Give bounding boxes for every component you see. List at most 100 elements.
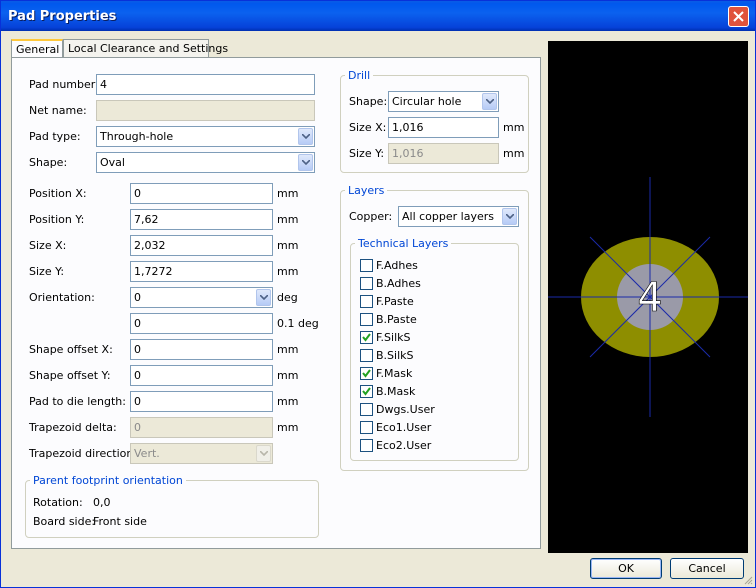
layer-checkbox[interactable] xyxy=(360,331,373,344)
layer-checkbox-row[interactable]: F.Adhes xyxy=(360,259,480,273)
shape-offset-y-input[interactable]: 0 xyxy=(130,365,273,386)
trapezoid-direction-dropdown-button xyxy=(256,445,271,462)
layer-checkbox-label: B.Mask xyxy=(376,385,416,398)
layer-checkbox-label: Dwgs.User xyxy=(376,403,435,416)
trapezoid-direction-label: Trapezoid direction: xyxy=(29,447,138,460)
orientation-value: 0 xyxy=(134,291,141,304)
general-panel: Pad number: 4 Net name: Pad type: Throug… xyxy=(11,57,541,549)
shape-offset-y-unit: mm xyxy=(277,369,299,382)
drill-size-x-label: Size X: xyxy=(349,121,387,134)
layer-checkbox-row[interactable]: Eco2.User xyxy=(360,439,480,453)
layer-checkbox-row[interactable]: B.SilkS xyxy=(360,349,480,363)
board-side-value: Front side xyxy=(93,515,147,528)
drill-size-y-label: Size Y: xyxy=(349,147,385,160)
rotation-label: Rotation: xyxy=(33,496,83,509)
layer-checkbox-row[interactable]: Dwgs.User xyxy=(360,403,480,417)
size-y-label: Size Y: xyxy=(29,265,65,278)
trapezoid-direction-select: Vert. xyxy=(130,443,273,464)
copper-value: All copper layers xyxy=(402,210,494,223)
copper-dropdown-button[interactable] xyxy=(502,208,517,225)
position-x-input[interactable]: 0 xyxy=(130,183,273,204)
title-bar[interactable]: Pad Properties xyxy=(1,1,755,31)
layer-checkbox[interactable] xyxy=(360,259,373,272)
layer-checkbox[interactable] xyxy=(360,349,373,362)
pad-type-value: Through-hole xyxy=(100,130,174,143)
layer-checkbox-row[interactable]: B.Paste xyxy=(360,313,480,327)
tab-general[interactable]: General xyxy=(11,39,63,58)
checkmark-icon xyxy=(362,369,371,378)
layer-checkbox-row[interactable]: F.Paste xyxy=(360,295,480,309)
net-name-label: Net name: xyxy=(29,104,87,117)
copper-select[interactable]: All copper layers xyxy=(398,206,519,227)
orientation-label: Orientation: xyxy=(29,291,95,304)
tab-local-clearance[interactable]: Local Clearance and Settings xyxy=(63,39,228,57)
chevron-down-icon xyxy=(260,451,268,456)
layer-checkbox-row[interactable]: Eco1.User xyxy=(360,421,480,435)
shape-offset-x-input[interactable]: 0 xyxy=(130,339,273,360)
drill-shape-select[interactable]: Circular hole xyxy=(388,91,499,112)
pad-number-input[interactable]: 4 xyxy=(96,74,315,95)
layer-checkbox[interactable] xyxy=(360,403,373,416)
pad-to-die-unit: mm xyxy=(277,395,299,408)
size-x-label: Size X: xyxy=(29,239,67,252)
size-y-input[interactable]: 1,7272 xyxy=(130,261,273,282)
layer-checkbox[interactable] xyxy=(360,277,373,290)
drill-size-x-input[interactable]: 1,016 xyxy=(388,117,499,138)
layer-checkbox-row[interactable]: B.Mask xyxy=(360,385,480,399)
layer-checkbox[interactable] xyxy=(360,313,373,326)
chevron-down-icon xyxy=(260,295,268,300)
pad-to-die-label: Pad to die length: xyxy=(29,395,126,408)
drill-shape-dropdown-button[interactable] xyxy=(482,93,497,110)
trapezoid-delta-label: Trapezoid delta: xyxy=(29,421,117,434)
pad-number-label: Pad number: xyxy=(29,78,99,91)
shape-label: Shape: xyxy=(29,156,68,169)
layer-checkbox-label: Eco2.User xyxy=(376,439,432,452)
size-y-unit: mm xyxy=(277,265,299,278)
shape-select[interactable]: Oval xyxy=(96,152,315,173)
layer-checkbox-row[interactable]: F.SilkS xyxy=(360,331,480,345)
position-y-label: Position Y: xyxy=(29,213,85,226)
drill-shape-label: Shape: xyxy=(349,95,388,108)
shape-offset-x-unit: mm xyxy=(277,343,299,356)
layer-checkbox-label: F.Paste xyxy=(376,295,414,308)
shape-value: Oval xyxy=(100,156,125,169)
checkmark-icon xyxy=(362,333,371,342)
size-x-input[interactable]: 2,032 xyxy=(130,235,273,256)
layer-checkbox[interactable] xyxy=(360,367,373,380)
orientation-select[interactable]: 0 xyxy=(130,287,273,308)
layer-checkbox-label: B.Paste xyxy=(376,313,417,326)
chevron-down-icon xyxy=(302,134,310,139)
size-x-unit: mm xyxy=(277,239,299,252)
layer-checkbox[interactable] xyxy=(360,385,373,398)
technical-layers-title: Technical Layers xyxy=(355,237,452,250)
pad-type-dropdown-button[interactable] xyxy=(298,128,313,145)
layer-checkbox-label: B.Adhes xyxy=(376,277,421,290)
drill-size-y-unit: mm xyxy=(503,147,525,160)
layers-title: Layers xyxy=(345,184,388,197)
resize-grip-icon[interactable] xyxy=(743,575,753,585)
position-y-input[interactable]: 7,62 xyxy=(130,209,273,230)
layer-checkbox[interactable] xyxy=(360,295,373,308)
layer-checkbox[interactable] xyxy=(360,439,373,452)
cancel-button[interactable]: Cancel xyxy=(670,558,744,579)
pad-to-die-input[interactable]: 0 xyxy=(130,391,273,412)
close-button[interactable] xyxy=(728,6,749,27)
layer-checkbox-row[interactable]: F.Mask xyxy=(360,367,480,381)
ok-button[interactable]: OK xyxy=(590,558,662,579)
drill-shape-value: Circular hole xyxy=(392,95,462,108)
orientation-custom-input[interactable]: 0 xyxy=(130,313,273,334)
pad-preview-canvas: 4 xyxy=(548,177,748,417)
shape-offset-x-label: Shape offset X: xyxy=(29,343,113,356)
layer-checkbox-row[interactable]: B.Adhes xyxy=(360,277,480,291)
layer-checkbox-label: F.SilkS xyxy=(376,331,411,344)
shape-dropdown-button[interactable] xyxy=(298,154,313,171)
drill-size-x-unit: mm xyxy=(503,121,525,134)
pad-number-label: 4 xyxy=(637,275,662,321)
trapezoid-delta-unit: mm xyxy=(277,421,299,434)
shape-offset-y-label: Shape offset Y: xyxy=(29,369,111,382)
layer-checkbox[interactable] xyxy=(360,421,373,434)
orientation-dropdown-button[interactable] xyxy=(256,289,271,306)
chevron-down-icon xyxy=(302,160,310,165)
checkmark-icon xyxy=(362,387,371,396)
pad-type-select[interactable]: Through-hole xyxy=(96,126,315,147)
